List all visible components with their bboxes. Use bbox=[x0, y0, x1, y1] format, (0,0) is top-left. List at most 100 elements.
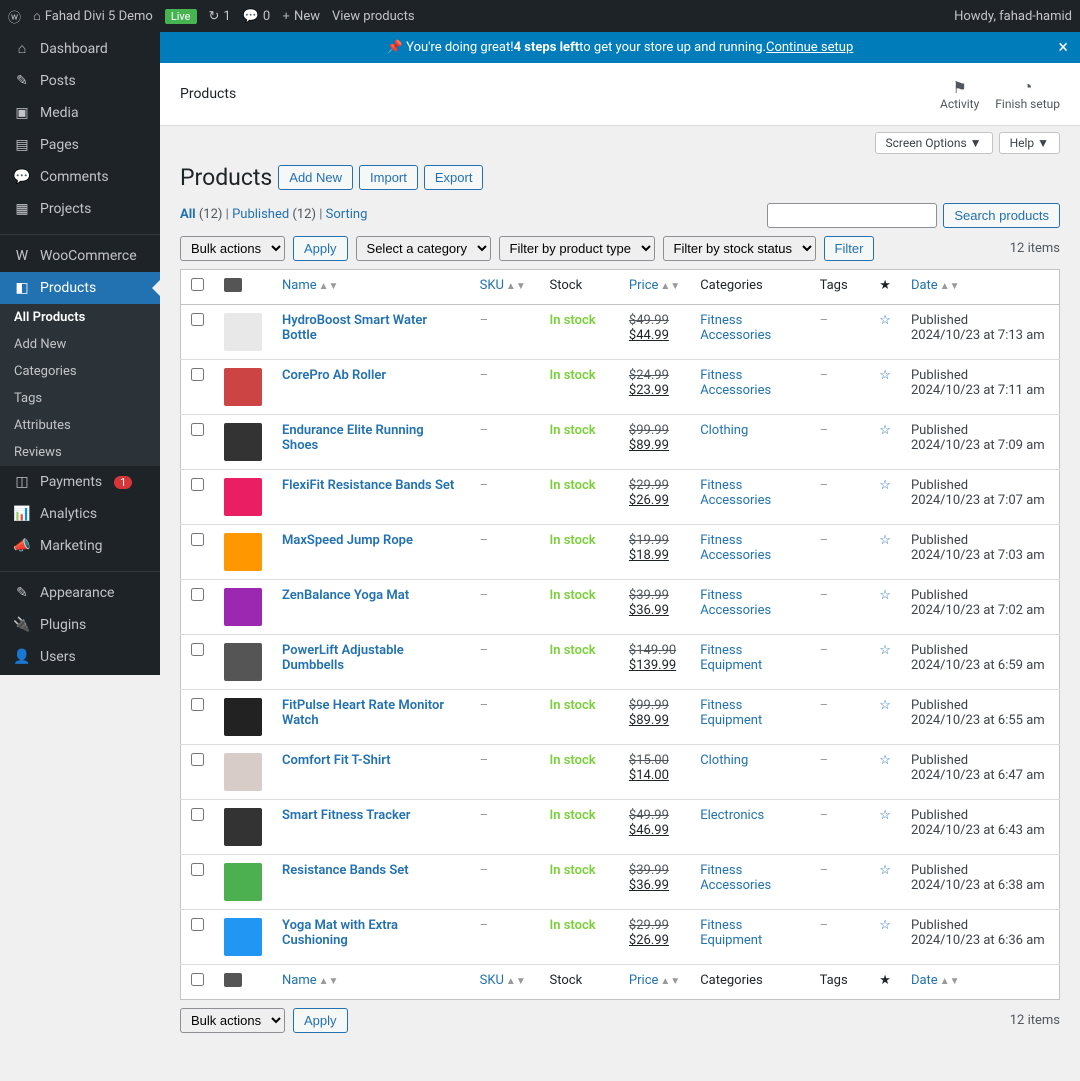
category-filter-select[interactable]: Select a category bbox=[356, 236, 491, 261]
sort-name[interactable]: Name▲▼ bbox=[282, 278, 338, 293]
product-thumbnail[interactable] bbox=[224, 588, 262, 626]
sort-price[interactable]: Price▲▼ bbox=[629, 278, 680, 293]
search-input[interactable] bbox=[767, 203, 937, 228]
category-link[interactable]: Fitness Accessories bbox=[700, 863, 771, 893]
product-thumbnail[interactable] bbox=[224, 863, 262, 901]
featured-star[interactable]: ☆ bbox=[879, 423, 891, 438]
featured-star[interactable]: ☆ bbox=[879, 478, 891, 493]
screen-options-tab[interactable]: Screen Options ▼ bbox=[875, 132, 993, 154]
menu-item-media[interactable]: ▣Media bbox=[0, 97, 160, 129]
apply-bulk-button[interactable]: Apply bbox=[293, 236, 348, 261]
product-name-link[interactable]: ZenBalance Yoga Mat bbox=[282, 588, 409, 603]
product-thumbnail[interactable] bbox=[224, 808, 262, 846]
menu-item-projects[interactable]: ▦Projects bbox=[0, 193, 160, 225]
product-thumbnail[interactable] bbox=[224, 918, 262, 956]
menu-item-marketing[interactable]: 📣Marketing bbox=[0, 530, 160, 562]
product-name-link[interactable]: Smart Fitness Tracker bbox=[282, 808, 410, 823]
product-thumbnail[interactable] bbox=[224, 368, 262, 406]
my-account[interactable]: Howdy, fahad-hamid bbox=[954, 9, 1072, 24]
featured-star[interactable]: ☆ bbox=[879, 643, 891, 658]
row-checkbox[interactable] bbox=[191, 863, 204, 876]
featured-star[interactable]: ☆ bbox=[879, 368, 891, 383]
menu-item-plugins[interactable]: 🔌Plugins bbox=[0, 609, 160, 641]
add-new-button[interactable]: Add New bbox=[278, 165, 353, 190]
category-link[interactable]: Fitness Accessories bbox=[700, 588, 771, 618]
menu-item-payments[interactable]: ◫Payments1 bbox=[0, 466, 160, 498]
view-products-link[interactable]: View products bbox=[332, 9, 415, 24]
submenu-item[interactable]: All Products bbox=[0, 304, 160, 331]
row-checkbox[interactable] bbox=[191, 588, 204, 601]
featured-star[interactable]: ☆ bbox=[879, 808, 891, 823]
row-checkbox[interactable] bbox=[191, 918, 204, 931]
product-name-link[interactable]: Endurance Elite Running Shoes bbox=[282, 423, 424, 453]
category-link[interactable]: Fitness Accessories bbox=[700, 368, 771, 398]
category-link[interactable]: Fitness Equipment bbox=[700, 918, 762, 948]
product-thumbnail[interactable] bbox=[224, 753, 262, 791]
product-name-link[interactable]: Resistance Bands Set bbox=[282, 863, 409, 878]
comments-link[interactable]: 💬 0 bbox=[243, 9, 271, 24]
new-content[interactable]: + New bbox=[282, 9, 320, 24]
wp-logo[interactable]: ⓦ bbox=[8, 7, 21, 26]
product-name-link[interactable]: FitPulse Heart Rate Monitor Watch bbox=[282, 698, 444, 728]
apply-bulk-button-bottom[interactable]: Apply bbox=[293, 1008, 348, 1033]
category-link[interactable]: Fitness Accessories bbox=[700, 313, 771, 343]
filter-button[interactable]: Filter bbox=[824, 236, 875, 261]
product-thumbnail[interactable] bbox=[224, 423, 262, 461]
submenu-item[interactable]: Attributes bbox=[0, 412, 160, 439]
row-checkbox[interactable] bbox=[191, 808, 204, 821]
row-checkbox[interactable] bbox=[191, 533, 204, 546]
product-name-link[interactable]: FlexiFit Resistance Bands Set bbox=[282, 478, 454, 493]
featured-star[interactable]: ☆ bbox=[879, 698, 891, 713]
search-products-button[interactable]: Search products bbox=[943, 203, 1060, 228]
row-checkbox[interactable] bbox=[191, 368, 204, 381]
featured-star[interactable]: ☆ bbox=[879, 753, 891, 768]
filter-sorting[interactable]: Sorting bbox=[326, 207, 368, 222]
row-checkbox[interactable] bbox=[191, 753, 204, 766]
menu-item-users[interactable]: 👤Users bbox=[0, 641, 160, 673]
filter-published[interactable]: Published bbox=[232, 207, 289, 222]
category-link[interactable]: Fitness Accessories bbox=[700, 533, 771, 563]
product-name-link[interactable]: Comfort Fit T-Shirt bbox=[282, 753, 391, 768]
site-name[interactable]: ⌂ Fahad Divi 5 Demo bbox=[33, 9, 153, 24]
product-thumbnail[interactable] bbox=[224, 643, 262, 681]
select-all-checkbox-foot[interactable] bbox=[191, 973, 204, 986]
bulk-actions-select[interactable]: Bulk actions bbox=[180, 236, 285, 261]
menu-item-comments[interactable]: 💬Comments bbox=[0, 161, 160, 193]
menu-item-products[interactable]: ◧Products bbox=[0, 272, 160, 304]
product-name-link[interactable]: PowerLift Adjustable Dumbbells bbox=[282, 643, 404, 673]
submenu-item[interactable]: Add New bbox=[0, 331, 160, 358]
row-checkbox[interactable] bbox=[191, 478, 204, 491]
featured-star[interactable]: ☆ bbox=[879, 313, 891, 328]
sort-date[interactable]: Date▲▼ bbox=[911, 278, 960, 293]
featured-star[interactable]: ☆ bbox=[879, 588, 891, 603]
product-thumbnail[interactable] bbox=[224, 533, 262, 571]
menu-item-dashboard[interactable]: ⌂Dashboard bbox=[0, 32, 160, 65]
activity-button[interactable]: ⚑ Activity bbox=[940, 78, 979, 111]
select-all-checkbox[interactable] bbox=[191, 278, 204, 291]
row-checkbox[interactable] bbox=[191, 698, 204, 711]
close-icon[interactable]: × bbox=[1058, 37, 1068, 58]
row-checkbox[interactable] bbox=[191, 643, 204, 656]
filter-all[interactable]: All bbox=[180, 207, 196, 222]
product-name-link[interactable]: Yoga Mat with Extra Cushioning bbox=[282, 918, 398, 948]
row-checkbox[interactable] bbox=[191, 423, 204, 436]
product-name-link[interactable]: HydroBoost Smart Water Bottle bbox=[282, 313, 427, 343]
bulk-actions-select-bottom[interactable]: Bulk actions bbox=[180, 1008, 285, 1033]
product-thumbnail[interactable] bbox=[224, 478, 262, 516]
product-name-link[interactable]: CorePro Ab Roller bbox=[282, 368, 386, 383]
menu-item-posts[interactable]: ✎Posts bbox=[0, 65, 160, 97]
sort-date-foot[interactable]: Date▲▼ bbox=[911, 973, 960, 988]
product-thumbnail[interactable] bbox=[224, 313, 262, 351]
category-link[interactable]: Electronics bbox=[700, 808, 764, 823]
menu-item-woocommerce[interactable]: WWooCommerce bbox=[0, 240, 160, 272]
menu-item-appearance[interactable]: ✎Appearance bbox=[0, 577, 160, 609]
category-link[interactable]: Clothing bbox=[700, 423, 748, 438]
product-type-filter-select[interactable]: Filter by product type bbox=[499, 236, 655, 261]
submenu-item[interactable]: Tags bbox=[0, 385, 160, 412]
featured-star[interactable]: ☆ bbox=[879, 918, 891, 933]
category-link[interactable]: Fitness Accessories bbox=[700, 478, 771, 508]
finish-setup-button[interactable]: ◔ Finish setup bbox=[995, 77, 1060, 111]
category-link[interactable]: Clothing bbox=[700, 753, 748, 768]
menu-item-pages[interactable]: ▤Pages bbox=[0, 129, 160, 161]
stock-status-filter-select[interactable]: Filter by stock status bbox=[663, 236, 816, 261]
